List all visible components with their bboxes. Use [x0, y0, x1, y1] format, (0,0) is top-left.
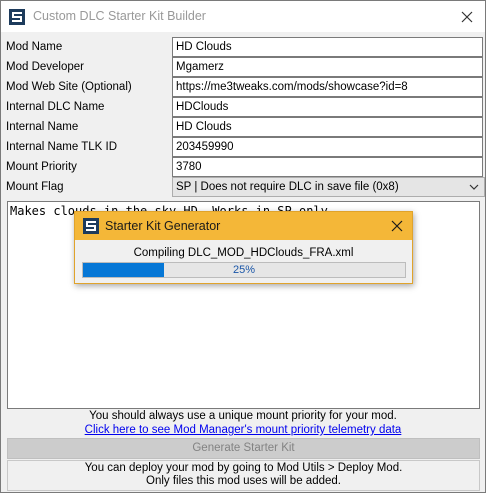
tlk-id-input[interactable]: 203459990: [172, 137, 483, 157]
mod-website-label: Mod Web Site (Optional): [6, 81, 132, 93]
row-internal-dlc-name: Internal DLC Name HDClouds: [1, 97, 485, 117]
mount-flag-select[interactable]: SP | Does not require DLC in save file (…: [172, 177, 485, 197]
internal-name-label: Internal Name: [6, 121, 79, 133]
progress-text: 25%: [232, 264, 256, 276]
mod-name-label: Mod Name: [6, 41, 63, 53]
internal-dlc-name-input[interactable]: HDClouds: [172, 97, 483, 117]
progress-dialog: Starter Kit Generator Compiling DLC_MOD_…: [74, 211, 413, 284]
row-tlk-id: Internal Name TLK ID 203459990: [1, 137, 485, 157]
dialog-app-icon: [83, 218, 99, 234]
title-bar: Custom DLC Starter Kit Builder: [1, 1, 485, 32]
generate-starter-kit-button[interactable]: Generate Starter Kit: [7, 438, 480, 459]
internal-dlc-name-label: Internal DLC Name: [6, 101, 105, 113]
mount-priority-note: You should always use a unique mount pri…: [89, 410, 397, 422]
dialog-title: Starter Kit Generator: [105, 219, 221, 233]
dialog-title-bar: Starter Kit Generator: [75, 212, 412, 240]
chevron-down-icon: [469, 184, 479, 190]
dialog-close-icon[interactable]: [388, 217, 406, 235]
mount-flag-value: SP | Does not require DLC in save file (…: [176, 181, 399, 193]
dialog-message: Compiling DLC_MOD_HDClouds_FRA.xml: [133, 247, 354, 259]
telemetry-link[interactable]: Click here to see Mod Manager's mount pr…: [85, 424, 402, 436]
mount-flag-label: Mount Flag: [6, 181, 64, 193]
row-mount-flag: Mount Flag SP | Does not require DLC in …: [1, 177, 485, 197]
deploy-info-line1: You can deploy your mod by going to Mod …: [84, 462, 403, 474]
deploy-info-line2: Only files this mod uses will be added.: [146, 475, 341, 487]
row-mod-name: Mod Name HD Clouds: [1, 37, 485, 57]
tlk-id-label: Internal Name TLK ID: [6, 141, 118, 153]
mount-priority-label: Mount Priority: [6, 161, 77, 173]
row-mod-developer: Mod Developer Mgamerz: [1, 57, 485, 77]
row-mod-website: Mod Web Site (Optional) https://me3tweak…: [1, 77, 485, 97]
mod-developer-input[interactable]: Mgamerz: [172, 57, 483, 77]
internal-name-input[interactable]: HD Clouds: [172, 117, 483, 137]
mod-website-input[interactable]: https://me3tweaks.com/mods/showcase?id=8: [172, 77, 483, 97]
close-icon[interactable]: [457, 7, 477, 27]
telemetry-link-row: Click here to see Mod Manager's mount pr…: [1, 424, 485, 436]
app-icon: [9, 9, 25, 25]
mod-name-input[interactable]: HD Clouds: [172, 37, 483, 57]
deploy-info: You can deploy your mod by going to Mod …: [7, 460, 480, 491]
window-title: Custom DLC Starter Kit Builder: [33, 9, 206, 23]
row-mount-priority: Mount Priority 3780: [1, 157, 485, 177]
mod-developer-label: Mod Developer: [6, 61, 84, 73]
mount-priority-input[interactable]: 3780: [172, 157, 483, 177]
row-internal-name: Internal Name HD Clouds: [1, 117, 485, 137]
progress-bar: 25%: [82, 262, 406, 278]
